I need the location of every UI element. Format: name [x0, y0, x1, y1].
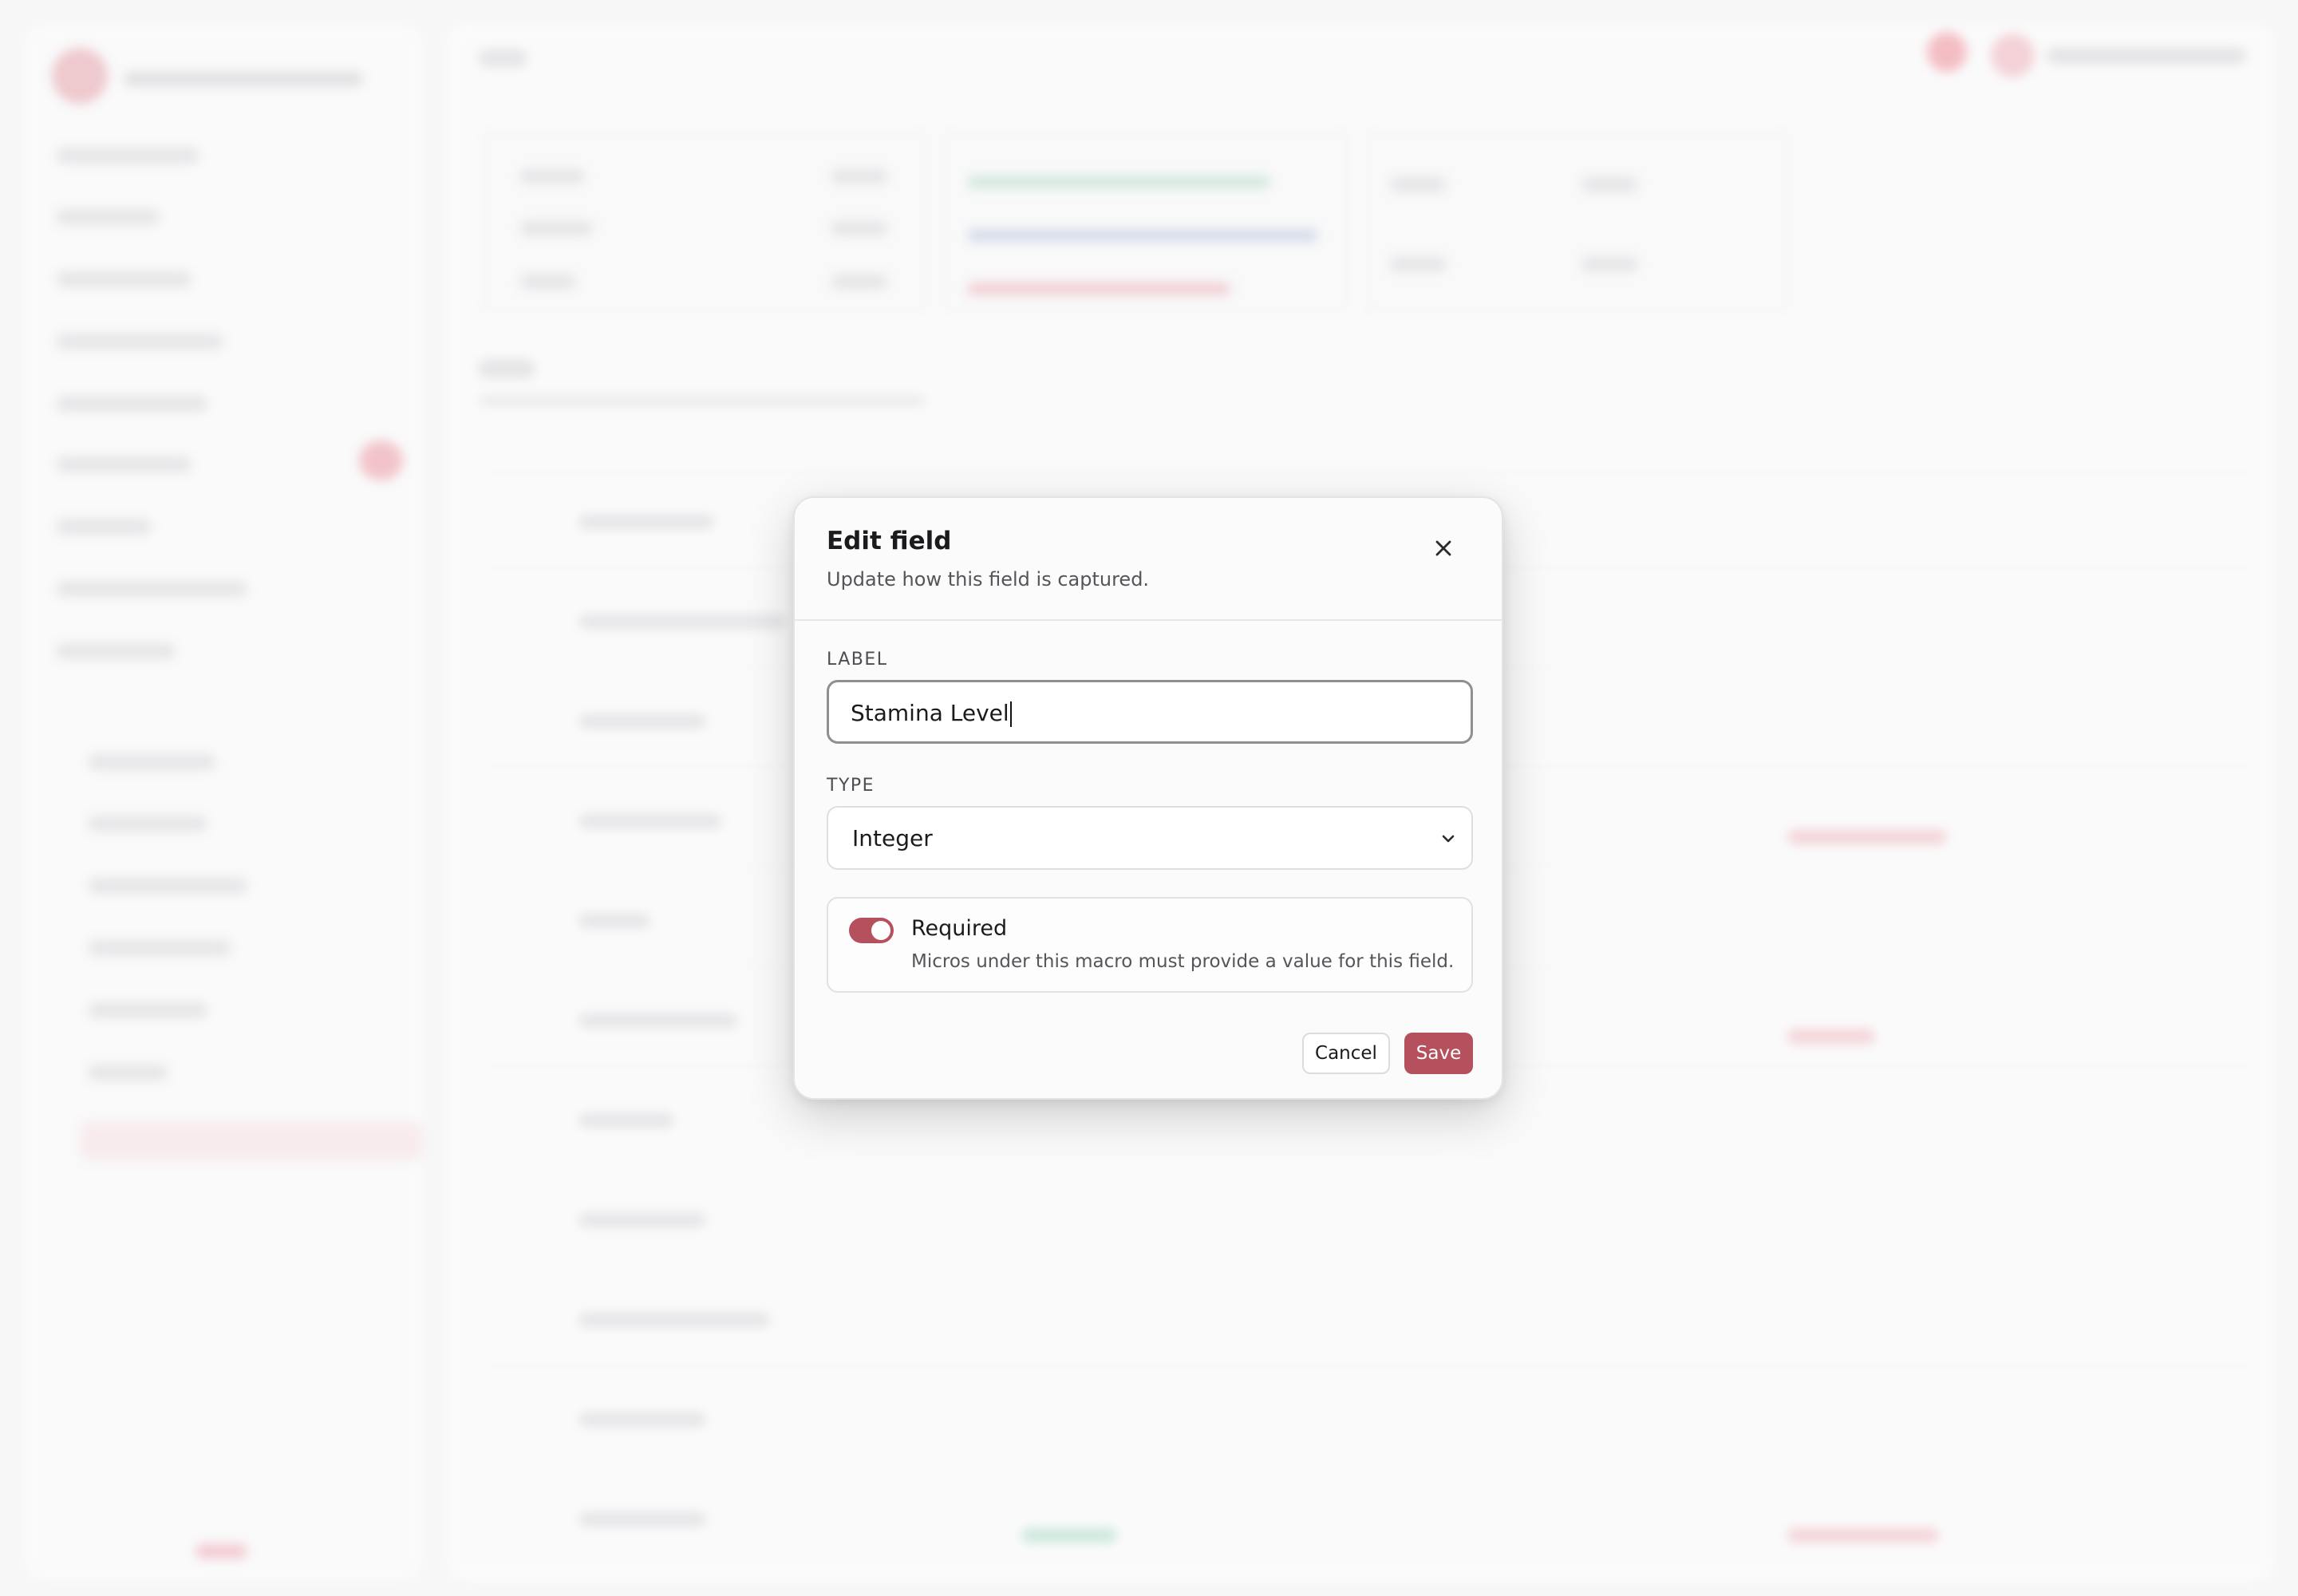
stats-card [479, 128, 929, 314]
user-name [2047, 48, 2246, 64]
sidebar-subitem [88, 940, 231, 956]
dialog-divider [795, 619, 1502, 621]
sidebar-item [56, 456, 192, 472]
required-help-text: Micros under this macro must provide a v… [911, 951, 1455, 972]
table-row [479, 1464, 2258, 1466]
close-button[interactable] [1425, 530, 1462, 567]
sidebar-subitem [88, 1065, 168, 1080]
table-row [479, 1165, 2258, 1167]
table-header [479, 471, 2258, 472]
sidebar-item-active [80, 1121, 423, 1161]
avatar [1991, 34, 2035, 77]
chevron-down-icon [1442, 835, 1455, 843]
type-select[interactable]: Integer [827, 806, 1473, 870]
toggle-knob [871, 921, 890, 940]
type-field-label: TYPE [827, 776, 875, 796]
sidebar-subitem [88, 878, 247, 894]
close-icon [1435, 540, 1451, 556]
sidebar-item [56, 334, 223, 350]
required-toggle[interactable] [849, 918, 894, 943]
save-button[interactable]: Save [1404, 1033, 1473, 1074]
section-title [479, 359, 535, 378]
type-select-value: Integer [852, 824, 933, 851]
section-subtitle [479, 395, 926, 406]
cancel-button[interactable]: Cancel [1302, 1033, 1390, 1074]
sidebar-subitem [88, 816, 207, 832]
label-input[interactable]: Stamina Level [827, 680, 1473, 744]
sidebar-item [56, 396, 207, 412]
table-row [479, 1265, 2258, 1266]
label-field-label: LABEL [827, 650, 888, 670]
edit-field-dialog: Edit field Update how this field is capt… [793, 496, 1503, 1100]
label-input-value: Stamina Level [851, 700, 1009, 726]
app-logo [52, 48, 108, 104]
sidebar-item [56, 271, 192, 287]
progress-card [942, 128, 1352, 314]
page-title [479, 49, 527, 67]
dialog-title: Edit field [827, 527, 952, 555]
sidebar-footer [195, 1544, 247, 1558]
sidebar-subitem [88, 1002, 207, 1018]
table-row [479, 1365, 2258, 1366]
sidebar-item [56, 581, 247, 597]
alert-badge [1927, 32, 1967, 72]
sidebar-item [56, 519, 152, 535]
sidebar [24, 24, 423, 1580]
sidebar-subitem [88, 754, 215, 770]
sidebar-item [56, 209, 160, 225]
sidebar-item [56, 148, 199, 164]
dialog-subtitle: Update how this field is captured. [827, 568, 1150, 591]
brand-name [124, 72, 363, 86]
required-label: Required [911, 916, 1008, 941]
sidebar-item [56, 643, 176, 659]
summary-card [1364, 128, 1791, 314]
text-caret [1009, 701, 1012, 727]
notification-badge [359, 440, 403, 480]
required-option: Required Micros under this macro must pr… [827, 897, 1473, 993]
